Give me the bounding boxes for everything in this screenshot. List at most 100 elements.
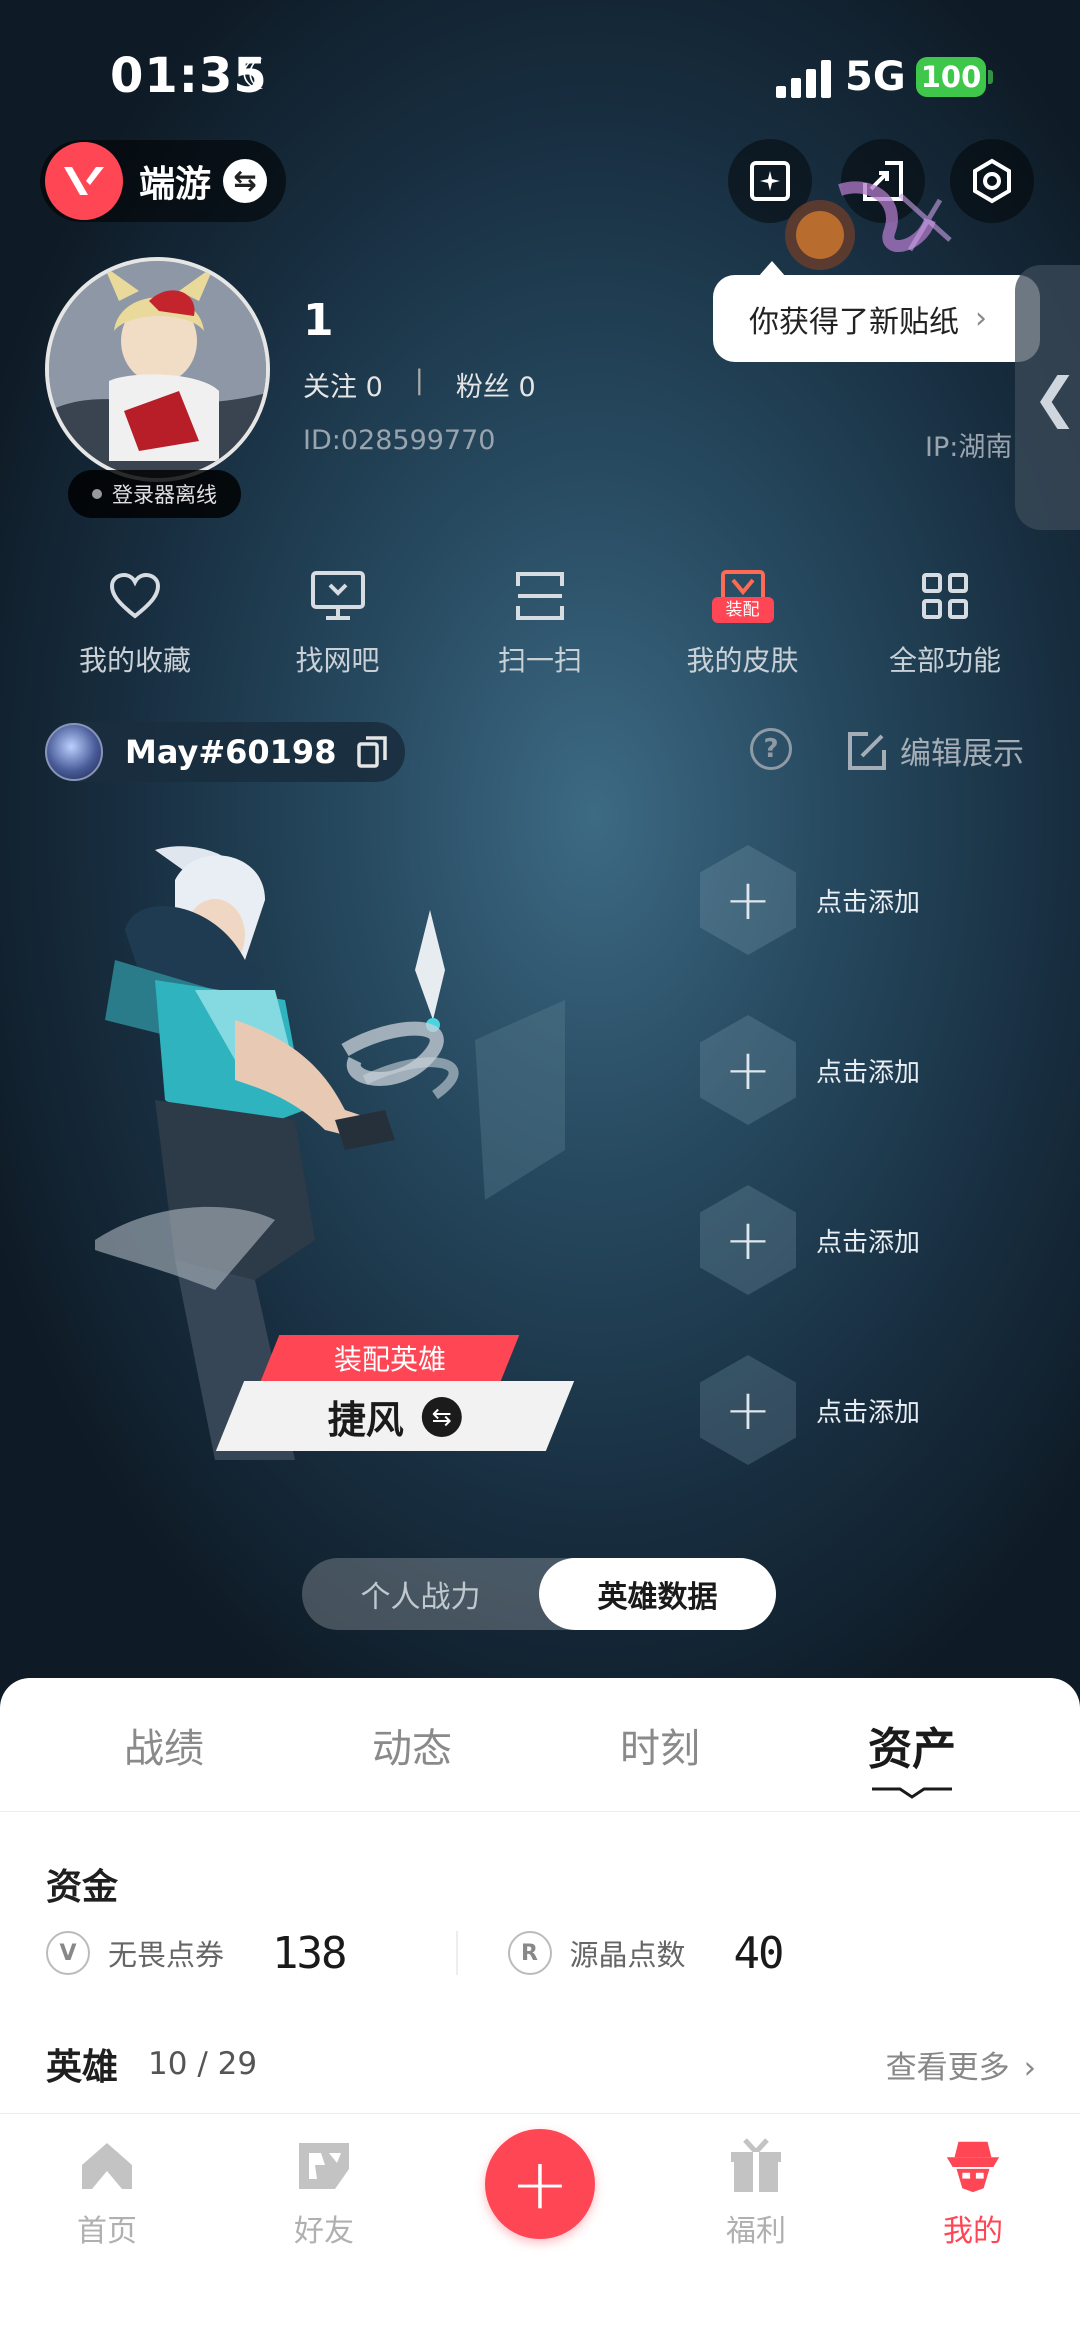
add-slot-label: 点击添加	[816, 1227, 921, 1258]
bottom-nav: 首页 好友 + 福利 我的	[0, 2113, 1080, 2341]
add-slot-label: 点击添加	[816, 1397, 921, 1428]
plus-icon: +	[700, 1015, 796, 1125]
vp-coin-icon: V	[46, 1931, 90, 1975]
quick-item-all-features[interactable]: 全部功能	[850, 565, 1040, 679]
follow-stats: 关注 0 | 粉丝 0	[303, 365, 536, 404]
tab-record[interactable]: 战绩	[120, 1716, 208, 1774]
plus-icon: +	[700, 1355, 796, 1465]
scan-icon	[509, 565, 571, 627]
heroes-count: 10 / 29	[148, 2046, 258, 2082]
nav-label: 我的	[943, 2214, 1003, 2249]
segment-personal-power[interactable]: 个人战力	[302, 1558, 539, 1630]
create-post-button[interactable]: +	[485, 2129, 595, 2239]
nav-home[interactable]: 首页	[37, 2134, 177, 2250]
nav-label: 首页	[77, 2214, 137, 2249]
battery-nub	[988, 70, 993, 84]
tab-feed[interactable]: 动态	[368, 1716, 456, 1774]
battery-icon: 100	[916, 57, 986, 97]
radianite-icon: R	[507, 1931, 552, 1975]
avatar[interactable]	[45, 257, 270, 482]
nav-me[interactable]: 我的	[903, 2134, 1043, 2250]
quick-item-favorites[interactable]: 我的收藏	[40, 565, 230, 679]
profile-tabs: 战绩 动态 时刻 资产	[0, 1678, 1080, 1812]
valorant-logo-icon	[45, 142, 123, 220]
plus-icon: +	[700, 1185, 796, 1295]
see-more-link[interactable]: 查看更多 ›	[886, 2042, 1036, 2087]
home-icon	[75, 2134, 139, 2198]
radianite-value: 40	[733, 1927, 785, 1979]
nav-friends[interactable]: 好友	[254, 2134, 394, 2250]
segment-hero-data[interactable]: 英雄数据	[539, 1558, 776, 1630]
me-icon	[941, 2134, 1005, 2198]
quick-item-skins[interactable]: 装配 我的皮肤	[648, 565, 838, 679]
equipped-label: 装配英雄	[333, 1343, 446, 1376]
followers-link[interactable]: 粉丝 0	[456, 365, 536, 404]
avatar-image	[49, 261, 266, 478]
agent-name-bar: 捷风 ⇆	[215, 1381, 575, 1451]
agent-name: 捷风	[327, 1397, 404, 1442]
help-icon[interactable]: ?	[750, 728, 792, 770]
divider	[455, 1931, 458, 1975]
heroes-row: 英雄 10 / 29 查看更多 ›	[46, 2038, 1036, 2090]
nav-label: 福利	[726, 2214, 786, 2249]
quick-label: 我的收藏	[78, 644, 191, 677]
gift-icon	[724, 2134, 788, 2198]
tab-moments[interactable]: 时刻	[616, 1716, 704, 1774]
signal-icon	[776, 58, 832, 98]
moon-icon: ☾	[240, 50, 278, 99]
add-slot[interactable]: + 点击添加	[700, 1355, 1040, 1465]
copy-icon[interactable]	[356, 735, 388, 769]
following-link[interactable]: 关注 0	[303, 365, 383, 404]
sticker-tip[interactable]: 你获得了新贴纸 ›	[713, 261, 1040, 362]
quick-actions: 我的收藏 找网吧 扫一扫 装配 我的皮肤 全部功能	[40, 565, 1040, 679]
quick-item-netcafe[interactable]: 找网吧	[243, 565, 433, 679]
add-slot[interactable]: + 点击添加	[700, 1185, 1040, 1295]
monitor-icon	[307, 565, 369, 627]
edit-display-label: 编辑展示	[900, 736, 1024, 772]
riot-account-bar[interactable]: May#60198	[45, 722, 405, 782]
riot-account-name: May#60198	[125, 733, 337, 771]
funds-row: V 无畏点券 138 R 源晶点数 40	[46, 1918, 1046, 1988]
quick-label: 全部功能	[888, 644, 1001, 677]
add-slot-label: 点击添加	[816, 1057, 921, 1088]
heroes-title: 英雄	[46, 2047, 119, 2088]
equip-badge: 装配	[711, 597, 774, 623]
chevron-right-icon: ›	[1023, 2049, 1036, 2086]
see-more-label: 查看更多	[885, 2049, 1010, 2086]
edit-icon	[848, 731, 886, 770]
add-slot[interactable]: + 点击添加	[700, 845, 1040, 955]
divider: |	[414, 365, 424, 396]
plus-icon: +	[700, 845, 796, 955]
ip-location: IP:湖南	[925, 432, 1013, 463]
tab-assets[interactable]: 资产	[864, 1713, 960, 1799]
riot-avatar	[45, 723, 103, 781]
username: 1	[303, 295, 334, 346]
edit-display-button[interactable]: 编辑展示	[846, 728, 1024, 773]
funds-title: 资金	[46, 1867, 119, 1908]
nav-welfare[interactable]: 福利	[686, 2134, 826, 2250]
add-slot[interactable]: + 点击添加	[700, 1015, 1040, 1125]
tab-assets-label: 资产	[868, 1723, 956, 1775]
swap-agent-icon[interactable]: ⇆	[422, 1396, 462, 1436]
equipped-agent-tag[interactable]: 装配英雄 捷风 ⇆	[215, 1335, 580, 1453]
sticker-tip-text: 你获得了新贴纸	[749, 304, 959, 340]
side-drawer-handle[interactable]: ❮	[1015, 265, 1080, 530]
swap-icon: ⇆	[223, 159, 268, 203]
quick-label: 我的皮肤	[686, 644, 799, 677]
active-tab-indicator	[872, 1787, 952, 1799]
add-slot-label: 点击添加	[816, 887, 921, 918]
network-type: 5G	[845, 54, 906, 100]
grid-icon	[914, 565, 976, 627]
login-status-text: 登录器离线	[112, 483, 217, 507]
user-id: ID:028599770	[303, 425, 496, 456]
chevron-right-icon: ›	[975, 301, 987, 336]
vp-value: 138	[272, 1927, 347, 1979]
chevron-left-icon: ❮	[1032, 366, 1078, 429]
heart-icon	[104, 565, 166, 627]
quick-item-scan[interactable]: 扫一扫	[445, 565, 635, 679]
followers-count: 0	[518, 372, 536, 403]
mode-switch[interactable]: 端游 ⇆	[40, 140, 286, 222]
mode-label: 端游	[139, 164, 212, 205]
following-count: 0	[365, 372, 383, 403]
friends-icon	[292, 2134, 356, 2198]
